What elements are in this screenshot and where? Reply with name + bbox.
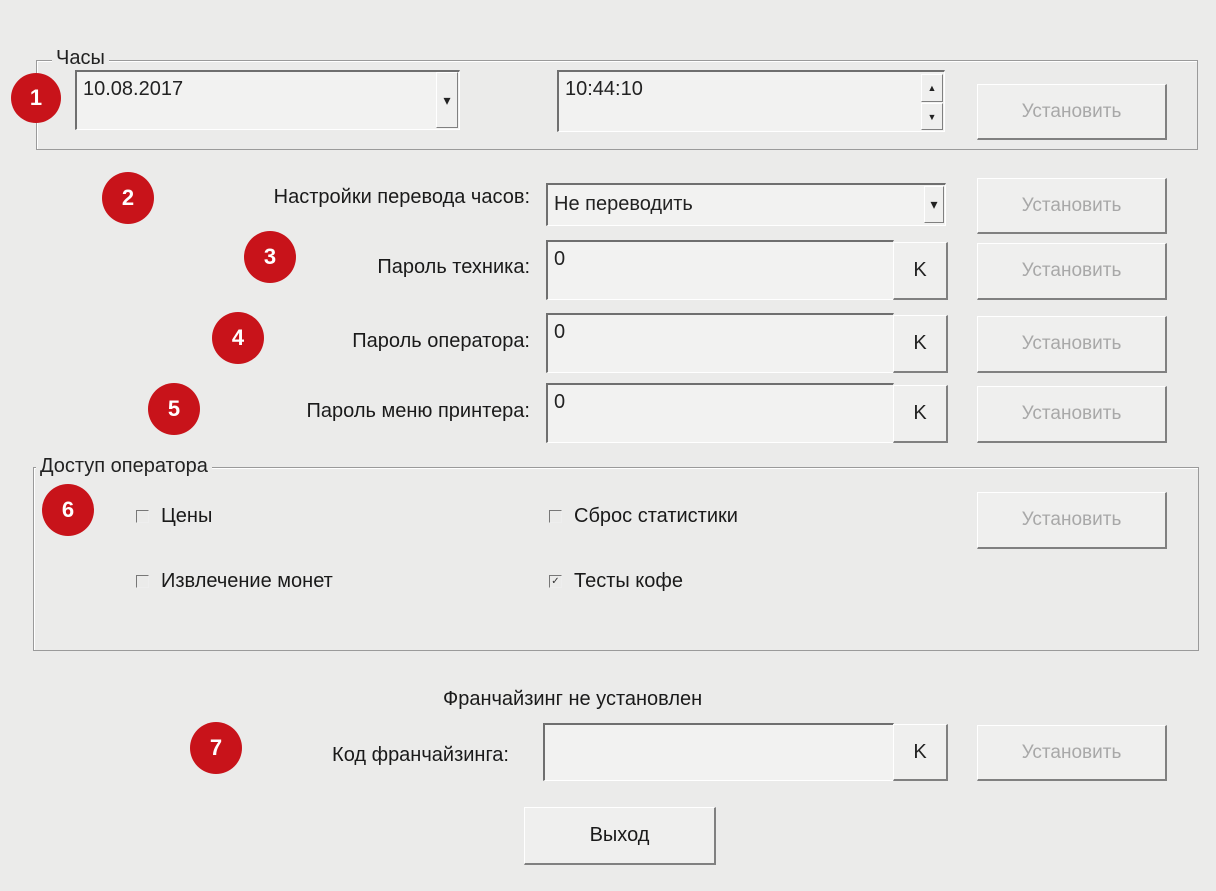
dst-set-button[interactable]: Установить (977, 178, 1167, 234)
checkbox-reset-statistics-label: Сброс статистики (574, 505, 738, 527)
exit-label: Выход (589, 824, 650, 846)
checkbox-box[interactable] (136, 510, 149, 523)
operator-access-legend: Доступ оператора (36, 455, 212, 477)
franchise-set-button[interactable]: Установить (977, 725, 1167, 781)
tech-password-keyboard-button[interactable]: K (893, 242, 948, 300)
operator-access-set-label: Установить (1021, 509, 1122, 530)
dst-label: Настройки перевода часов: (273, 186, 530, 208)
checkbox-reset-statistics[interactable]: Сброс статистики (549, 505, 738, 528)
clock-set-button[interactable]: Установить (977, 84, 1167, 140)
operator-password-set-label: Установить (1021, 333, 1122, 354)
franchise-code-input[interactable] (543, 723, 894, 781)
tech-password-set-button[interactable]: Установить (977, 243, 1167, 300)
callout-badge-4: 4 (214, 314, 262, 362)
callout-badge-5: 5 (150, 385, 198, 433)
checkbox-prices[interactable]: Цены (136, 505, 212, 528)
chevron-down-icon: ▾ (930, 196, 938, 212)
franchise-status: Франчайзинг не установлен (443, 688, 703, 710)
checkbox-coffee-tests[interactable]: ✓ Тесты кофе (549, 570, 683, 593)
checkbox-box[interactable]: ✓ (549, 575, 562, 588)
operator-password-set-button[interactable]: Установить (977, 316, 1167, 373)
dst-dropdown-button[interactable]: ▾ (924, 186, 944, 223)
franchise-code-label: Код франчайзинга: (332, 744, 509, 766)
time-spin-up[interactable]: ▲ (921, 74, 943, 102)
operator-password-value: 0 (554, 321, 566, 343)
callout-badge-3: 3 (246, 233, 294, 281)
operator-password-label: Пароль оператора: (352, 330, 530, 352)
printer-password-set-label: Установить (1021, 403, 1122, 424)
keyboard-label: K (913, 259, 927, 281)
callout-badge-7: 7 (192, 724, 240, 772)
franchise-set-label: Установить (1021, 741, 1122, 763)
checkbox-box[interactable] (549, 510, 562, 523)
time-value: 10:44:10 (565, 78, 643, 100)
printer-password-set-button[interactable]: Установить (977, 386, 1167, 443)
checkbox-coin-extraction-label: Извлечение монет (161, 570, 333, 592)
printer-password-label: Пароль меню принтера: (306, 400, 530, 422)
dst-select[interactable]: Не переводить (546, 183, 946, 226)
tech-password-value: 0 (554, 248, 566, 270)
operator-password-input[interactable]: 0 (546, 313, 894, 373)
date-value: 10.08.2017 (83, 78, 184, 100)
keyboard-label: K (913, 740, 927, 763)
date-picker[interactable]: 10.08.2017 (75, 70, 460, 130)
tech-password-set-label: Установить (1021, 260, 1122, 281)
dst-set-label: Установить (1021, 194, 1122, 216)
checkbox-prices-label: Цены (161, 505, 213, 527)
date-dropdown-button[interactable]: ▾ (436, 72, 458, 128)
time-spin-down[interactable]: ▼ (921, 103, 943, 130)
exit-button[interactable]: Выход (524, 807, 716, 865)
spin-up-icon: ▲ (927, 83, 937, 93)
keyboard-label: K (913, 402, 927, 424)
spin-down-icon: ▼ (927, 111, 937, 122)
printer-password-value: 0 (554, 391, 566, 413)
tech-password-label: Пароль техника: (377, 256, 530, 278)
checkbox-coffee-tests-label: Тесты кофе (574, 570, 683, 592)
dst-selected-value: Не переводить (554, 193, 693, 215)
callout-badge-2: 2 (104, 174, 152, 222)
franchise-keyboard-button[interactable]: K (893, 724, 948, 781)
checkbox-coin-extraction[interactable]: Извлечение монет (136, 570, 333, 593)
callout-badge-6: 6 (44, 486, 92, 534)
clock-set-label: Установить (1021, 100, 1122, 122)
checkbox-box[interactable] (136, 575, 149, 588)
operator-password-keyboard-button[interactable]: K (893, 315, 948, 373)
keyboard-label: K (913, 332, 927, 354)
time-spinner[interactable]: 10:44:10 (557, 70, 945, 132)
callout-badge-1: 1 (13, 75, 59, 121)
clock-legend: Часы (52, 47, 109, 69)
tech-password-input[interactable]: 0 (546, 240, 894, 300)
printer-password-keyboard-button[interactable]: K (893, 385, 948, 443)
printer-password-input[interactable]: 0 (546, 383, 894, 443)
operator-access-set-button[interactable]: Установить (977, 492, 1167, 549)
chevron-down-icon: ▾ (443, 91, 451, 108)
